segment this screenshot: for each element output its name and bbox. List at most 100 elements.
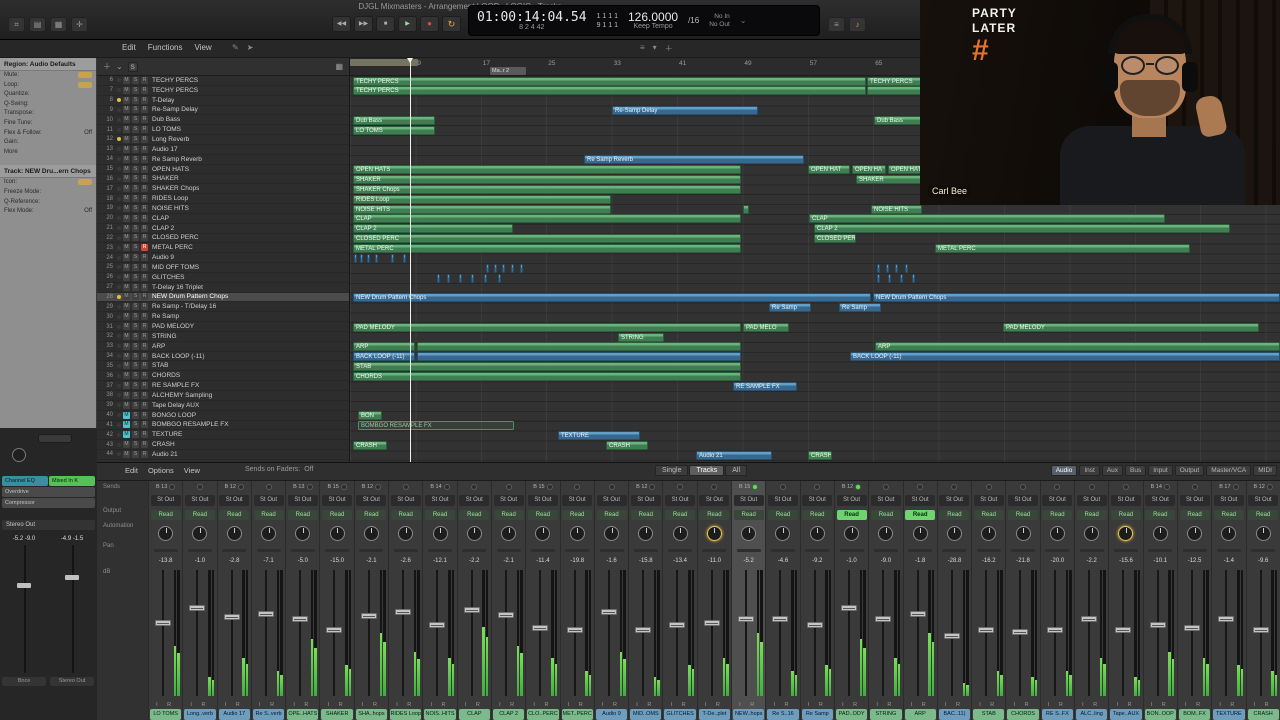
- track-row[interactable]: 32 M S R STRING: [97, 332, 349, 342]
- send-level-knob[interactable]: [169, 484, 176, 490]
- solo-button[interactable]: S: [132, 342, 139, 350]
- channel-strip[interactable]: St Out Read -4.6 I R Re S..16: [765, 481, 800, 720]
- group-slot[interactable]: [908, 548, 933, 552]
- channel-strip[interactable]: B 15 St Out Read -11.4 I R CLO..PERC: [525, 481, 560, 720]
- record-button[interactable]: R: [141, 391, 148, 399]
- input-record-row[interactable]: I R: [766, 700, 799, 709]
- record-button[interactable]: R: [141, 431, 148, 439]
- menu-view[interactable]: View: [194, 43, 211, 52]
- track-param-row[interactable]: Flex Mode: Off: [0, 207, 96, 217]
- metronome-icon[interactable]: ♪: [849, 17, 866, 32]
- solo-button[interactable]: S: [132, 401, 139, 409]
- channel-strip[interactable]: St Out Read -2.6 I R RIDES Loop: [388, 481, 423, 720]
- playhead[interactable]: [407, 58, 413, 462]
- mixer-icon[interactable]: ▦: [50, 17, 67, 32]
- record-button[interactable]: R: [141, 185, 148, 193]
- snap-menu-icon[interactable]: ≡: [640, 43, 645, 54]
- send-slot[interactable]: B 15: [320, 481, 353, 493]
- mute-button[interactable]: M: [123, 391, 130, 399]
- fader-a-lane[interactable]: [2, 545, 46, 673]
- record-button[interactable]: R: [141, 234, 148, 242]
- mixer-filter-bus[interactable]: Bus: [1125, 465, 1147, 476]
- send-level-knob[interactable]: [196, 484, 203, 490]
- channel-name-label[interactable]: MET..PERC: [561, 709, 593, 720]
- mute-button[interactable]: M: [123, 431, 130, 439]
- fader-cap[interactable]: [223, 613, 240, 620]
- automation-mode-button[interactable]: Read: [219, 509, 250, 520]
- send-level-knob[interactable]: [1163, 484, 1170, 490]
- track-row[interactable]: 40 M S R BONGO LOOP: [97, 411, 349, 421]
- channel-name-label[interactable]: TEXTURE: [1213, 709, 1245, 720]
- mixer-menu-view[interactable]: View: [184, 466, 200, 475]
- mixer-filter-audio[interactable]: Audio: [1050, 465, 1078, 476]
- automation-mode-button[interactable]: Read: [1008, 509, 1039, 520]
- fader-cap[interactable]: [669, 621, 686, 628]
- solo-button[interactable]: S: [132, 175, 139, 183]
- track-row[interactable]: 11 M S R LO TOMS: [97, 125, 349, 136]
- audio-region[interactable]: RIDES Loop: [353, 194, 611, 204]
- record-button[interactable]: R: [141, 382, 148, 390]
- input-record-row[interactable]: I R: [149, 700, 182, 709]
- solo-button[interactable]: S: [132, 185, 139, 193]
- inspector-icon[interactable]: ▤: [29, 17, 46, 32]
- channel-name-label[interactable]: PAD..ODY: [835, 709, 868, 720]
- automation-mode-button[interactable]: Read: [733, 509, 764, 520]
- record-enable-dot[interactable]: [117, 354, 121, 359]
- send-slot[interactable]: B 14: [423, 481, 456, 493]
- pan-knob[interactable]: [844, 525, 860, 541]
- track-row[interactable]: 21 M S R CLAP 2: [97, 224, 349, 234]
- channel-strip[interactable]: B 12 St Out Read -1.0 I R PAD..ODY: [833, 481, 869, 720]
- send-level-knob[interactable]: [1266, 484, 1273, 490]
- input-record-row[interactable]: I R: [389, 700, 422, 709]
- channel-name-label[interactable]: Long..verb: [184, 709, 216, 720]
- record-button[interactable]: R: [141, 86, 148, 94]
- group-slot[interactable]: [633, 548, 658, 552]
- pan-knob[interactable]: [295, 525, 311, 541]
- track-row[interactable]: 17 M S R SHAKER Chops: [97, 184, 349, 195]
- send-level-knob[interactable]: [1191, 484, 1198, 490]
- audio-region[interactable]: NEW Drum Pattern Chops: [873, 293, 1280, 303]
- automation-mode-button[interactable]: Read: [253, 509, 284, 520]
- output-selector[interactable]: St Out: [390, 495, 421, 506]
- send-slot[interactable]: B 12: [1247, 481, 1280, 493]
- record-button[interactable]: R: [141, 401, 148, 409]
- channel-strip[interactable]: St Out Read -20.0 I R RE S..FX: [1039, 481, 1075, 720]
- record-button[interactable]: R: [141, 372, 148, 380]
- channel-strip[interactable]: St Out Read -7.1 I R Re S..verb: [250, 481, 286, 720]
- record-enable-dot[interactable]: [117, 206, 121, 211]
- automation-mode-button[interactable]: Read: [802, 509, 833, 520]
- automation-mode-button[interactable]: Read: [1076, 509, 1107, 520]
- fader-cap[interactable]: [189, 605, 206, 611]
- input-record-row[interactable]: I R: [732, 700, 765, 709]
- output-selector[interactable]: St Out: [665, 495, 696, 506]
- send-slot[interactable]: [1075, 481, 1108, 493]
- automation-mode-button[interactable]: Read: [767, 509, 798, 520]
- send-slot[interactable]: [1178, 481, 1211, 493]
- solo-button[interactable]: S: [132, 323, 139, 331]
- fader-cap[interactable]: [875, 616, 892, 622]
- solo-button[interactable]: S: [132, 362, 139, 370]
- channel-strip[interactable]: B 12 St Out Read -2.8 I R Audio 17: [216, 481, 251, 720]
- fader-cap[interactable]: [326, 627, 343, 633]
- record-button[interactable]: R: [141, 76, 148, 84]
- track-param-row[interactable]: Q-Reference:: [0, 198, 96, 208]
- automation-mode-button[interactable]: Read: [287, 509, 318, 520]
- record-enable-dot[interactable]: [117, 363, 121, 368]
- send-slot[interactable]: [389, 481, 422, 493]
- automation-mode-button[interactable]: Read: [527, 509, 558, 520]
- audio-region[interactable]: [375, 253, 378, 263]
- channel-strip[interactable]: St Out Read -9.2 I R Re Samp: [799, 481, 834, 720]
- group-slot[interactable]: [256, 548, 281, 552]
- play-button[interactable]: ▶: [398, 16, 417, 32]
- group-slot[interactable]: [428, 548, 453, 552]
- channel-name-label[interactable]: T-De..plet: [698, 709, 731, 720]
- audio-region[interactable]: [877, 263, 880, 273]
- channel-strip[interactable]: St Out Read -28.8 I R BAC..11): [936, 481, 972, 720]
- audio-region[interactable]: LO TOMS: [353, 125, 435, 135]
- audio-region[interactable]: [403, 253, 406, 263]
- output-selector[interactable]: St Out: [1076, 495, 1107, 506]
- audio-region[interactable]: TECHY PERCS: [867, 76, 922, 86]
- mute-button[interactable]: M: [123, 342, 130, 350]
- channel-name-label[interactable]: ARP: [904, 709, 936, 720]
- track-row[interactable]: 20 M S R CLAP: [97, 214, 349, 224]
